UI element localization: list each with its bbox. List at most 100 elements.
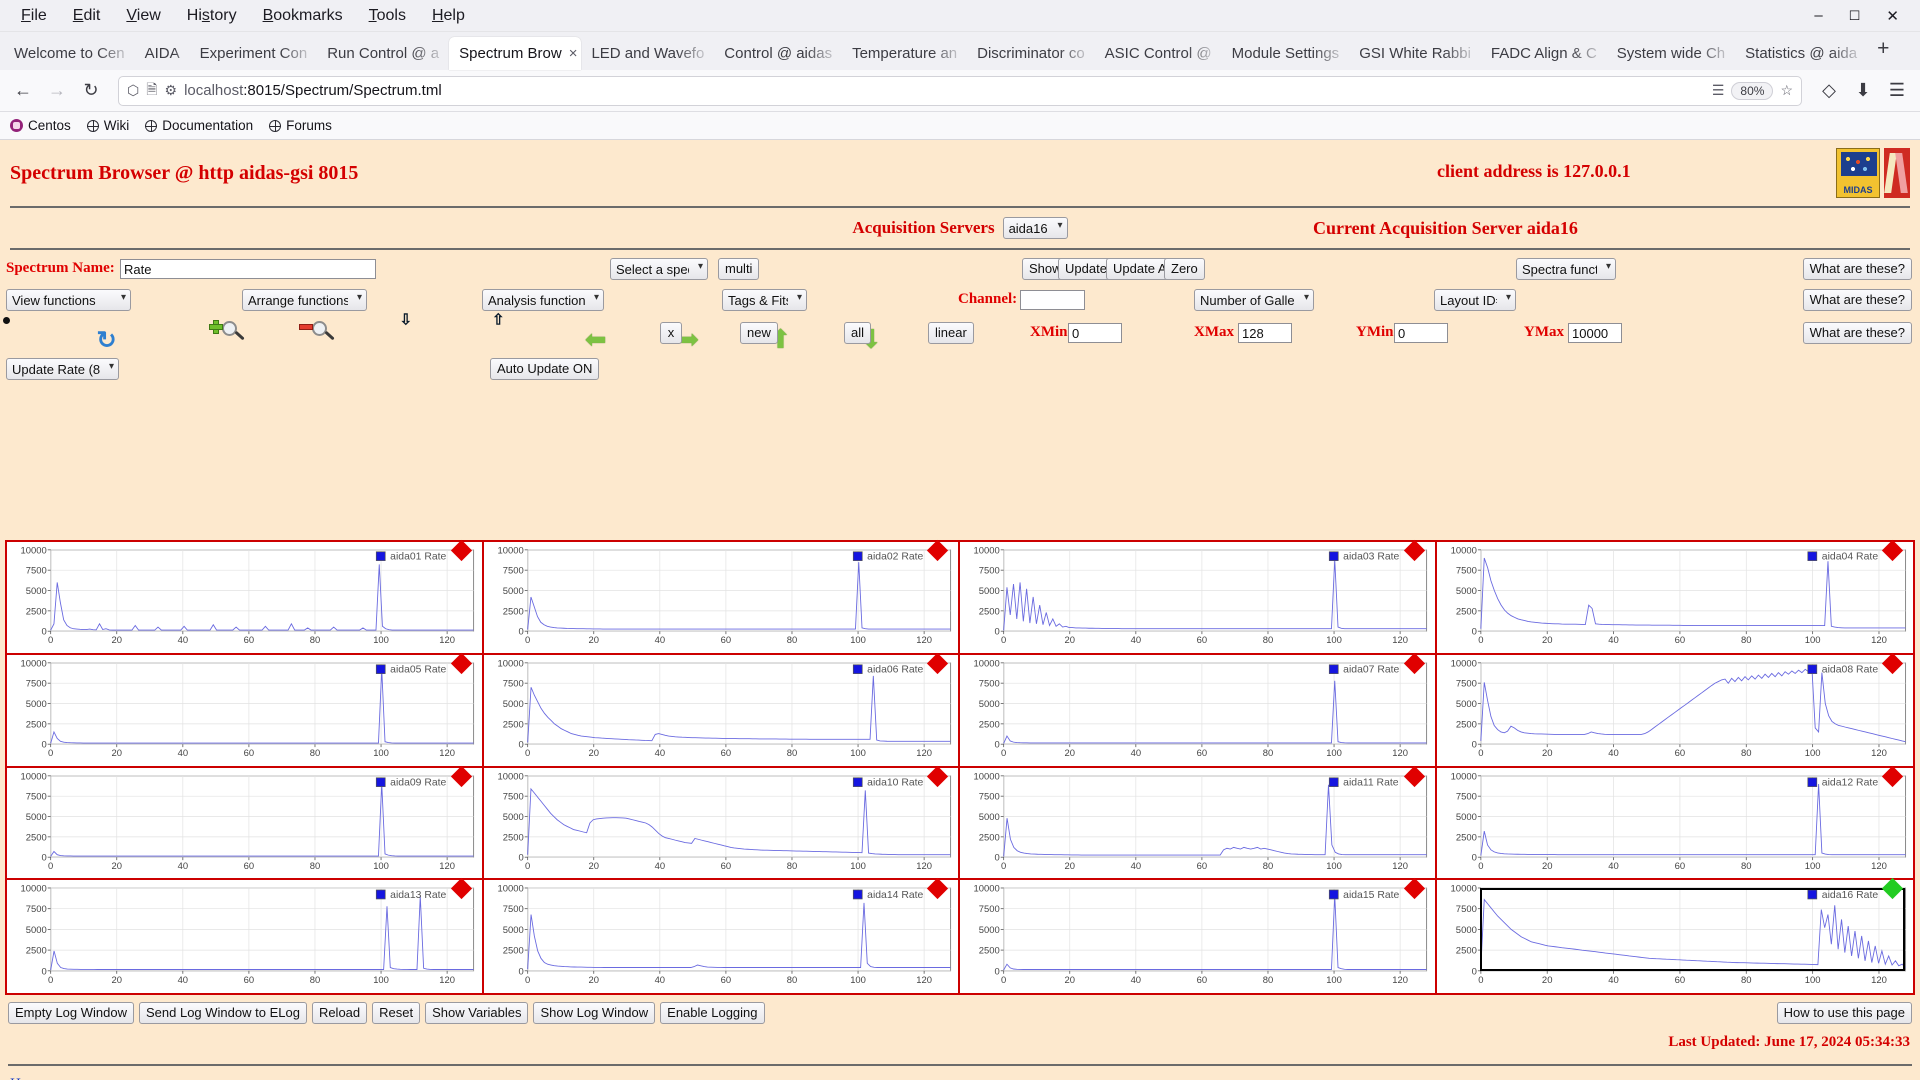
browser-tab-2[interactable]: Experiment Con [190, 37, 318, 70]
radioactive-icon[interactable] [6, 320, 36, 350]
spectrum-panel-aida03[interactable]: 0 2500 5000 7500 10000 0 20 40 60 80 100 120 aida03 … [960, 539, 1437, 655]
footer-button-show-log-window[interactable]: Show Log Window [533, 1002, 656, 1024]
zoom-in-icon[interactable] [208, 320, 251, 350]
auto-update-button[interactable]: Auto Update ON [490, 358, 600, 380]
spectrum-plot[interactable]: 0 2500 5000 7500 10000 0 20 40 60 80 100 120 aida06 … [484, 655, 959, 766]
bookmark-forums[interactable]: Forums [269, 118, 332, 133]
zoom-level-badge[interactable]: 80% [1731, 81, 1774, 100]
menu-history[interactable]: History [174, 4, 250, 28]
browser-tab-8[interactable]: Discriminator co [967, 37, 1095, 70]
menu-help[interactable]: Help [419, 4, 478, 28]
spectrum-panel-aida01[interactable]: 0 2500 5000 7500 10000 0 20 40 60 80 100 120 aida01 … [7, 539, 484, 655]
spectrum-plot[interactable]: 0 2500 5000 7500 10000 0 20 40 60 80 100 120 aida10 … [484, 768, 959, 879]
analysis-functions-dropdown[interactable]: Analysis functions [482, 289, 604, 311]
select-spectrum-dropdown[interactable]: Select a spectrum [610, 258, 708, 280]
ymax-input[interactable] [1568, 323, 1622, 343]
spectrum-panel-aida15[interactable]: 0 2500 5000 7500 10000 0 20 40 60 80 100 120 aida15 … [960, 878, 1437, 993]
bookmark-centos[interactable]: Centos [10, 118, 71, 133]
spectrum-panel-aida16[interactable]: 0 2500 5000 7500 10000 0 20 40 60 80 100 120 aida16 … [1436, 878, 1913, 993]
tags-and-fits-dropdown[interactable]: Tags & Fits [722, 289, 807, 311]
footer-button-empty-log-window[interactable]: Empty Log Window [8, 1002, 134, 1024]
zero-button[interactable]: Zero [1164, 258, 1205, 280]
ymin-input[interactable] [1394, 323, 1448, 343]
browser-tab-0[interactable]: Welcome to Cen [4, 37, 135, 70]
window-maximize-button[interactable]: ☐ [1836, 5, 1874, 27]
spectrum-panel-aida09[interactable]: 0 2500 5000 7500 10000 0 20 40 60 80 100 120 aida09 … [7, 765, 484, 881]
zoom-out-icon[interactable] [299, 320, 341, 350]
spectrum-name-input[interactable] [120, 259, 376, 279]
window-minimize-button[interactable]: – [1801, 4, 1835, 27]
expand-down-icon[interactable]: ⇩ [400, 313, 436, 350]
reload-button[interactable]: ↻ [76, 76, 106, 106]
browser-tab-3[interactable]: Run Control @ a [317, 37, 449, 70]
browser-tab-14[interactable]: Statistics @ aida [1735, 37, 1867, 70]
new-tab-button[interactable]: + [1867, 37, 1899, 65]
home-link[interactable]: Home [10, 1076, 47, 1080]
spectrum-plot[interactable]: 0 2500 5000 7500 10000 0 20 40 60 80 100 120 aida15 … [960, 880, 1435, 993]
spectrum-plot[interactable]: 0 2500 5000 7500 10000 0 20 40 60 80 100 120 aida08 … [1437, 655, 1914, 766]
arrange-functions-dropdown[interactable]: Arrange functions [242, 289, 367, 311]
multi-button[interactable]: multi [718, 258, 760, 280]
spectra-functions-dropdown[interactable]: Spectra functions [1516, 258, 1616, 280]
spectrum-plot[interactable]: 0 2500 5000 7500 10000 0 20 40 60 80 100 120 aida13 … [7, 880, 482, 993]
spectrum-plot[interactable]: 0 2500 5000 7500 10000 0 20 40 60 80 100 120 aida05 … [7, 655, 482, 766]
spectrum-plot[interactable]: 0 2500 5000 7500 10000 0 20 40 60 80 100 120 aida14 … [484, 880, 959, 993]
menu-bookmarks[interactable]: Bookmarks [250, 4, 356, 28]
spectrum-plot[interactable]: 0 2500 5000 7500 10000 0 20 40 60 80 100 120 aida01 … [7, 542, 482, 653]
url-bar[interactable]: ⬡ 🗎 ⚙ localhost:8015/Spectrum/Spectrum.t… [118, 75, 1802, 106]
footer-button-enable-logging[interactable]: Enable Logging [660, 1002, 765, 1024]
spectrum-panel-aida14[interactable]: 0 2500 5000 7500 10000 0 20 40 60 80 100 120 aida14 … [483, 878, 960, 993]
browser-tab-7[interactable]: Temperature an [842, 37, 967, 70]
browser-tab-1[interactable]: AIDA [135, 37, 190, 70]
spectrum-panel-aida10[interactable]: 0 2500 5000 7500 10000 0 20 40 60 80 100 120 aida10 … [483, 765, 960, 881]
menu-tools[interactable]: Tools [356, 4, 419, 28]
spectrum-panel-aida04[interactable]: 0 2500 5000 7500 10000 0 20 40 60 80 100 120 aida04 … [1436, 539, 1914, 655]
close-tab-icon[interactable]: × [569, 45, 578, 62]
browser-tab-5[interactable]: LED and Wavefo [581, 37, 714, 70]
downloads-icon[interactable]: ⬇ [1848, 76, 1878, 106]
all-button[interactable]: all [844, 322, 872, 344]
browser-tab-13[interactable]: System wide Ch [1607, 37, 1735, 70]
browser-tab-11[interactable]: GSI White Rabbi [1349, 37, 1481, 70]
forward-button[interactable]: → [42, 76, 72, 106]
bookmark-documentation[interactable]: Documentation [145, 118, 253, 133]
footer-button-show-variables[interactable]: Show Variables [425, 1002, 529, 1024]
footer-button-reset[interactable]: Reset [372, 1002, 421, 1024]
spectrum-panel-aida08[interactable]: 0 2500 5000 7500 10000 0 20 40 60 80 100 120 aida08 … [1436, 652, 1914, 768]
spectrum-panel-aida05[interactable]: 0 2500 5000 7500 10000 0 20 40 60 80 100 120 aida05 … [7, 652, 484, 768]
window-close-button[interactable]: ✕ [1873, 4, 1912, 28]
layout-id-dropdown[interactable]: Layout ID=1 [1434, 289, 1516, 311]
what-are-these-button-1[interactable]: What are these? [1802, 258, 1912, 280]
channel-input[interactable] [1020, 290, 1085, 310]
app-menu-icon[interactable]: ☰ [1882, 76, 1912, 106]
view-functions-dropdown[interactable]: View functions [6, 289, 131, 311]
how-to-use-button[interactable]: How to use this page [1776, 1002, 1912, 1024]
spectrum-panel-aida13[interactable]: 0 2500 5000 7500 10000 0 20 40 60 80 100 120 aida13 … [7, 878, 484, 993]
spectrum-panel-aida12[interactable]: 0 2500 5000 7500 10000 0 20 40 60 80 100 120 aida12 … [1436, 765, 1913, 881]
browser-tab-12[interactable]: FADC Align & C [1481, 37, 1607, 70]
spectrum-plot[interactable]: 0 2500 5000 7500 10000 0 20 40 60 80 100 120 aida07 … [960, 655, 1435, 766]
browser-tab-6[interactable]: Control @ aidas [714, 37, 842, 70]
xmin-input[interactable] [1068, 323, 1122, 343]
what-are-these-button-3[interactable]: What are these? [1802, 322, 1912, 344]
spectrum-plot[interactable]: 0 2500 5000 7500 10000 0 20 40 60 80 100 120 aida11 … [960, 768, 1435, 879]
back-button[interactable]: ← [8, 76, 38, 106]
menu-view[interactable]: View [113, 4, 173, 28]
expand-up-icon[interactable]: ⇧ [492, 313, 528, 350]
spectrum-panel-aida07[interactable]: 0 2500 5000 7500 10000 0 20 40 60 80 100 120 aida07 … [960, 652, 1437, 768]
refresh-icon[interactable]: ↻ [96, 328, 126, 358]
linear-button[interactable]: linear [928, 322, 974, 344]
footer-button-reload[interactable]: Reload [311, 1002, 368, 1024]
x-button[interactable]: x [660, 322, 682, 344]
xmax-input[interactable] [1238, 323, 1292, 343]
what-are-these-button-2[interactable]: What are these? [1802, 289, 1912, 311]
new-button[interactable]: new [740, 322, 778, 344]
reader-mode-icon[interactable]: ☰ [1712, 82, 1725, 99]
update-rate-dropdown[interactable]: Update Rate (8 secs) [6, 358, 119, 380]
spectrum-plot[interactable]: 0 2500 5000 7500 10000 0 20 40 60 80 100 120 aida02 … [484, 542, 959, 653]
browser-tab-10[interactable]: Module Settings [1222, 37, 1350, 70]
spectrum-plot[interactable]: 0 2500 5000 7500 10000 0 20 40 60 80 100 120 aida04 … [1437, 542, 1914, 653]
spectrum-panel-aida02[interactable]: 0 2500 5000 7500 10000 0 20 40 60 80 100 120 aida02 … [483, 539, 960, 655]
menu-file[interactable]: File [8, 4, 60, 28]
spectrum-panel-aida06[interactable]: 0 2500 5000 7500 10000 0 20 40 60 80 100 120 aida06 … [483, 652, 960, 768]
